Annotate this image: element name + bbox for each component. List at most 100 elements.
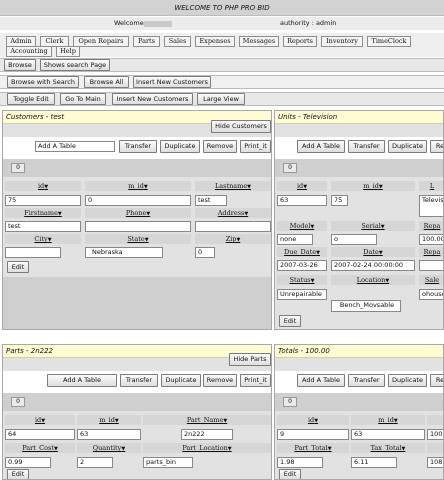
units-field-type[interactable]: Televis (419, 195, 443, 217)
parts-duplicate-button[interactable]: Duplicate (161, 374, 201, 387)
units-label-sale: Sale (419, 275, 443, 285)
tab-timeclock[interactable]: TimeClock (367, 36, 411, 47)
go-to-main-button[interactable]: Go To Main (60, 93, 106, 105)
totals-add-a-table-button[interactable]: Add A Table (297, 374, 345, 387)
tab-reports[interactable]: Reports (283, 36, 317, 47)
tab-sales[interactable]: Sales (164, 36, 191, 47)
transfer-button[interactable]: Transfer (119, 140, 157, 153)
totals-field-tax-total[interactable]: 6.11 (351, 457, 397, 468)
tab-help[interactable]: Help (56, 46, 80, 57)
field-address[interactable] (195, 221, 271, 232)
field-phone[interactable] (85, 221, 191, 232)
units-duplicate-button[interactable]: Duplicate (388, 140, 427, 153)
units-field-location[interactable]: Bench_Movsable (331, 300, 401, 312)
units-label-id: id▼ (277, 181, 327, 191)
duplicate-button[interactable]: Duplicate (160, 140, 200, 153)
parts-edit-button[interactable]: Edit (7, 469, 29, 479)
totals-panel: Totals - 100.00 Add A Table Transfer Dup… (274, 344, 444, 480)
parts-print-button[interactable]: Print_it (240, 374, 271, 387)
action-bar: Toggle Edit Go To Main Insert New Custom… (0, 92, 444, 106)
units-label-due-date: Due_Date▼ (277, 247, 327, 257)
totals-field-col3[interactable]: 100. (427, 429, 443, 440)
units-field-id[interactable]: 63 (277, 195, 327, 206)
tab-expenses[interactable]: Expenses (195, 36, 235, 47)
field-id[interactable]: 75 (5, 195, 81, 206)
tab-accounting[interactable]: Accounting (6, 46, 52, 57)
browse-with-search-button[interactable]: Browse with Search (7, 76, 79, 88)
units-remove-button[interactable]: Re (430, 140, 443, 153)
field-m-id[interactable]: 0 (85, 195, 191, 206)
totals-label-id: id▼ (277, 415, 349, 425)
hide-customers-button[interactable]: Hide Customers (211, 120, 271, 133)
totals-transfer-button[interactable]: Transfer (348, 374, 385, 387)
tab-messages[interactable]: Messages (239, 36, 279, 47)
add-a-table-input[interactable]: Add A Table (35, 141, 115, 152)
parts-transfer-button[interactable]: Transfer (120, 374, 158, 387)
parts-field-part-cost[interactable]: 0.99 (5, 457, 51, 468)
tab-open-repairs[interactable]: Open Repairs (73, 36, 129, 47)
toggle-edit-button[interactable]: Toggle Edit (7, 93, 55, 105)
totals-field-col6[interactable]: 108. (427, 457, 443, 468)
units-field-m-id[interactable]: 75 (331, 195, 348, 206)
totals-edit-button[interactable]: Edit (279, 469, 301, 479)
large-view-button[interactable]: Large View (197, 93, 245, 105)
units-field-date[interactable]: 2007-02-24 00:00:00 (331, 260, 415, 271)
parts-label-quantity: Quantity▼ (77, 443, 141, 453)
parts-field-part-location[interactable]: parts_bin (143, 457, 193, 468)
units-label-status: Status▼ (277, 275, 327, 285)
units-record-index: 0 (283, 163, 297, 173)
units-field-repa[interactable] (419, 260, 443, 271)
browse-button[interactable]: Browse (4, 59, 36, 71)
units-add-a-table-button[interactable]: Add A Table (297, 140, 345, 153)
parts-field-quantity[interactable]: 2 (77, 457, 113, 468)
field-zip[interactable]: 0 (195, 247, 215, 258)
field-firstname[interactable]: test (5, 221, 81, 232)
tab-parts[interactable]: Parts (133, 36, 160, 47)
customers-edit-button[interactable]: Edit (7, 261, 29, 273)
parts-field-part-name[interactable]: 2n222 (181, 429, 233, 440)
customers-panel: Customers - test Hide Customers Add A Ta… (2, 110, 272, 330)
field-lastname[interactable]: test (195, 195, 227, 206)
browse-all-button[interactable]: Browse All (84, 76, 129, 88)
label-lastname: Lastname▼ (195, 181, 271, 191)
units-field-price[interactable]: 100.00 (419, 234, 443, 245)
username-blurred (144, 21, 172, 27)
parts-label-part-location: Part_Location▼ (143, 443, 271, 453)
field-city[interactable] (5, 247, 61, 258)
units-label-type: L (419, 181, 443, 191)
totals-remove-button[interactable]: Re (430, 374, 443, 387)
parts-label-m-id: m_id▼ (77, 415, 141, 425)
totals-duplicate-button[interactable]: Duplicate (388, 374, 427, 387)
label-zip: Zip▼ (195, 234, 271, 244)
parts-remove-button[interactable]: Remove (203, 374, 237, 387)
hide-parts-button[interactable]: Hide Parts (229, 353, 271, 366)
totals-label-m-id: m_id▼ (351, 415, 425, 425)
units-field-sold[interactable]: ohouse (419, 289, 443, 300)
parts-field-m-id[interactable]: 63 (77, 429, 141, 440)
totals-field-id[interactable]: 9 (277, 429, 349, 440)
search-bar: Browse with Search Browse All Insert New… (0, 75, 444, 89)
field-state-select[interactable]: Nebraska (85, 247, 163, 258)
parts-field-id[interactable]: 64 (5, 429, 75, 440)
tab-inventory[interactable]: Inventory (321, 36, 363, 47)
units-edit-button[interactable]: Edit (279, 315, 301, 327)
units-transfer-button[interactable]: Transfer (348, 140, 385, 153)
shows-search-page-button[interactable]: Shows search Page (40, 59, 110, 71)
units-field-serial[interactable]: o (331, 234, 377, 245)
label-m-id: m_id▼ (85, 181, 191, 191)
parts-label-id: id▼ (5, 415, 75, 425)
totals-field-m-id[interactable]: 63 (351, 429, 425, 440)
parts-label-part-cost: Part_Cost▼ (5, 443, 75, 453)
print-button[interactable]: Print_it (240, 140, 271, 153)
parts-add-a-table-button[interactable]: Add A Table (47, 374, 117, 387)
units-field-due-date[interactable]: 2007-03-26 (277, 260, 327, 271)
totals-toolbar: Add A Table Transfer Duplicate Re (275, 371, 443, 393)
authority-text: authority : admin (280, 19, 337, 27)
remove-button[interactable]: Remove (203, 140, 237, 153)
units-field-status[interactable]: Unrepairable (277, 289, 327, 300)
insert-new-customers-button-2[interactable]: Insert New Customers (112, 93, 193, 105)
totals-field-part-total[interactable]: 1.98 (277, 457, 323, 468)
units-field-model[interactable]: none (277, 234, 313, 245)
insert-new-customers-button[interactable]: Insert New Customers (133, 76, 211, 88)
parts-label-part-name: Part_Name▼ (143, 415, 271, 425)
